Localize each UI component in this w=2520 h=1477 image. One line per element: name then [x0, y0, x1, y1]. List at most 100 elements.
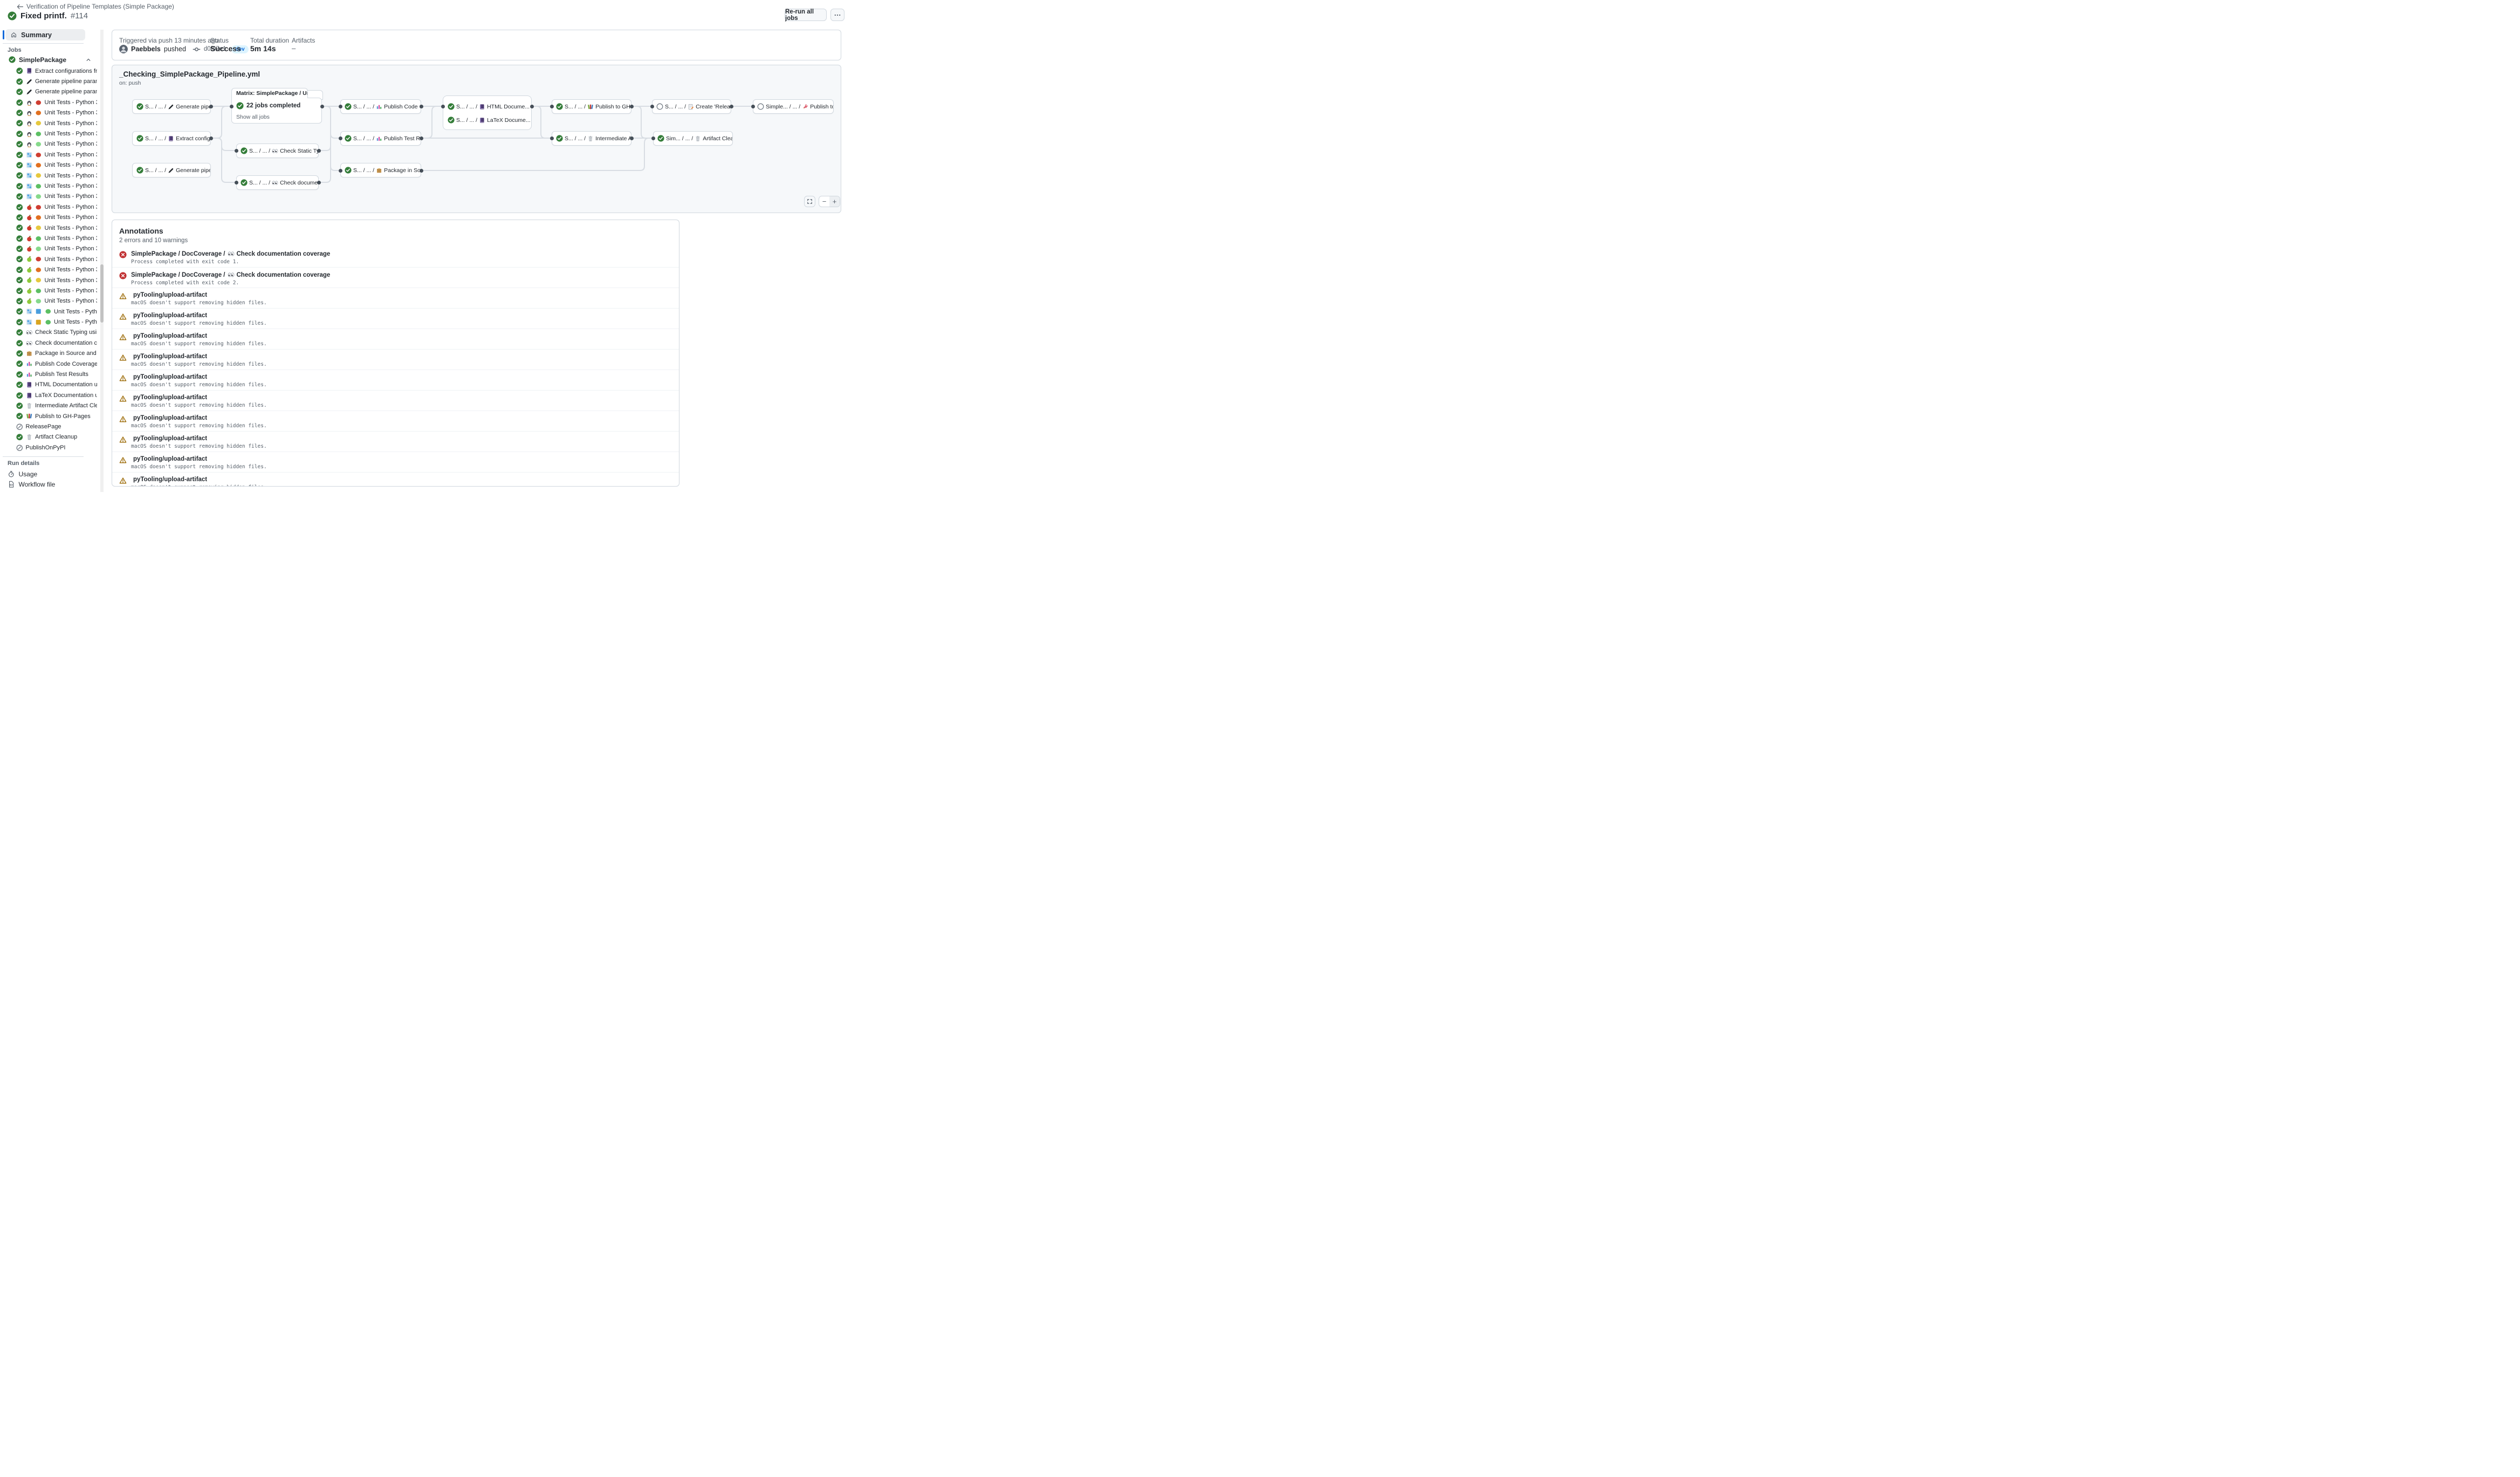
job-label: LaTeX Documentation using ...	[35, 392, 97, 399]
annotation-title[interactable]: SimplePackage / DocCoverage / Check docu…	[131, 271, 330, 278]
annotation-title[interactable]: pyTooling/upload-artifact	[131, 456, 267, 462]
graph-job-node[interactable]: S... / ... / Publish Code C... 20s	[340, 99, 421, 114]
sidebar-job-item[interactable]: Generate pipeline parameters	[4, 87, 97, 97]
graph-job-node[interactable]: S... / ... / Publish to GH-P... 7s	[552, 99, 631, 114]
graph-job-node[interactable]: Sim... / ... / Artifact Cleanup 4s	[653, 131, 733, 146]
annotation-title[interactable]: pyTooling/upload-artifact	[131, 476, 267, 483]
graph-fullscreen-button[interactable]	[804, 196, 815, 207]
check-circle-icon	[16, 99, 23, 106]
annotation-title[interactable]: pyTooling/upload-artifact	[131, 333, 267, 339]
sidebar-job-item[interactable]: HTML Documentation using ...	[4, 380, 97, 390]
graph-job-node[interactable]: S... / ... / Check Static Ty... 17s	[236, 143, 319, 158]
sidebar-job-item[interactable]: Unit Tests - Python 3.13	[4, 296, 97, 306]
back-arrow-icon[interactable]	[16, 3, 23, 10]
sidebar-job-item[interactable]: Intermediate Artifact Cleanup	[4, 401, 97, 411]
avatar[interactable]	[119, 45, 128, 53]
graph-job-node[interactable]: S... / ... / Check docume... 18s	[236, 175, 319, 190]
sidebar-job-item[interactable]: PublishOnPyPI	[4, 442, 97, 453]
annotation-title[interactable]: pyTooling/upload-artifact	[131, 312, 267, 319]
sidebar-job-item[interactable]: Unit Tests - Python 3.11	[4, 118, 97, 128]
sidebar-job-item[interactable]: Unit Tests - Python 3.9	[4, 202, 97, 212]
sidebar-job-item[interactable]: Unit Tests - Python 3.10	[4, 212, 97, 222]
sidebar-job-item[interactable]: Unit Tests - Python 3.10	[4, 108, 97, 118]
breadcrumb[interactable]: Verification of Pipeline Templates (Simp…	[16, 3, 174, 10]
annotation-title[interactable]: pyTooling/upload-artifact	[131, 292, 267, 298]
check-circle-icon	[16, 88, 23, 95]
sidebar-job-item[interactable]: Unit Tests - Python 3.12	[4, 181, 97, 191]
sidebar-job-item[interactable]: Unit Tests - Python 3.12	[4, 317, 97, 327]
sidebar-scrollbar-track	[100, 30, 104, 492]
job-label: Unit Tests - Python 3.12	[45, 183, 98, 189]
rocket-icon	[802, 104, 808, 110]
dot-icon	[35, 120, 42, 127]
matrix-group-node[interactable]: 22 jobs completed Show all jobs	[231, 98, 322, 124]
sidebar-job-item[interactable]: Generate pipeline parameters	[4, 76, 97, 86]
sidebar-job-item[interactable]: Unit Tests - Python 3.9	[4, 149, 97, 160]
graph-job-node[interactable]: S... / ... / Generate pipelin... 0s	[132, 163, 211, 177]
graph-job-node[interactable]: Simple... / ... / Publish to PyPI	[753, 99, 834, 114]
penguin-icon	[26, 141, 33, 148]
chevron-up-icon[interactable]	[85, 57, 92, 63]
zoom-in-button[interactable]: +	[829, 196, 840, 207]
graph-job-node[interactable]: S... / ... / Extract configur... 4s	[132, 131, 211, 146]
graph-job-node[interactable]: S... / ... / Generate pipelin... 0s	[132, 99, 211, 114]
sidebar-job-item[interactable]: Unit Tests - Python 3.12	[4, 233, 97, 243]
jobs-section-header: Jobs	[8, 47, 22, 53]
sidebar-job-item[interactable]: Check Static Typing using Pyt...	[4, 327, 97, 338]
show-all-jobs-link[interactable]: Show all jobs	[236, 114, 270, 120]
graph-job-node[interactable]: S... / ... / Create 'Release Pa...	[652, 99, 731, 114]
sidebar-job-item[interactable]: Package in Source and Wheel...	[4, 348, 97, 359]
sidebar-group-simplepackage[interactable]: SimplePackage	[5, 54, 92, 65]
connector-dot	[630, 105, 634, 108]
annotation-title[interactable]: SimplePackage / DocCoverage / Check docu…	[131, 250, 330, 257]
sidebar-job-item[interactable]: Unit Tests - Python 3.13	[4, 139, 97, 149]
matrix-tab[interactable]: Matrix: SimplePackage / UnitTest...	[231, 88, 308, 98]
sidebar-job-item[interactable]: Artifact Cleanup	[4, 432, 97, 442]
connector-dot	[339, 136, 342, 140]
sidebar-job-item[interactable]: Unit Tests - Python 3.9	[4, 97, 97, 107]
sidebar-job-item[interactable]: ReleasePage	[4, 421, 97, 432]
annotation-title[interactable]: pyTooling/upload-artifact	[131, 374, 267, 380]
annotation-title[interactable]: pyTooling/upload-artifact	[131, 435, 267, 442]
sidebar-job-item[interactable]: LaTeX Documentation using ...	[4, 390, 97, 400]
sidebar-job-item[interactable]: Unit Tests - Python 3.12	[4, 306, 97, 317]
graph-job-node[interactable]: S... / ... / Intermediate A... 16s	[552, 131, 631, 146]
sidebar-job-item[interactable]: Unit Tests - Python 3.12	[4, 128, 97, 139]
sidebar-job-item[interactable]: Unit Tests - Python 3.9	[4, 254, 97, 264]
sidebar-job-item[interactable]: Check documentation covera...	[4, 338, 97, 348]
dot-icon	[35, 193, 42, 200]
sidebar-item-usage[interactable]: Usage	[5, 469, 86, 479]
sidebar-job-item[interactable]: Unit Tests - Python 3.10	[4, 264, 97, 275]
annotation-item: pyTooling/upload-artifact macOS doesn't …	[112, 308, 679, 329]
run-options-button[interactable]	[830, 9, 844, 21]
annotation-title[interactable]: pyTooling/upload-artifact	[131, 394, 267, 401]
sidebar-job-item[interactable]: Unit Tests - Python 3.13	[4, 192, 97, 202]
sidebar-job-item[interactable]: Publish to GH-Pages	[4, 411, 97, 421]
sidebar-item-summary[interactable]: Summary	[5, 29, 85, 40]
check-circle-icon	[16, 131, 23, 138]
sidebar-job-item[interactable]: Unit Tests - Python 3.13	[4, 244, 97, 254]
graph-job-node[interactable]: S... / ... / Publish Test Re... 13s	[340, 131, 421, 146]
warning-icon	[119, 374, 127, 382]
dot-icon	[35, 141, 42, 148]
graph-doc-job-row[interactable]: S... / ... / LaTeX Docume... 51s	[443, 113, 531, 127]
zoom-out-button[interactable]: −	[819, 196, 829, 207]
sidebar-job-item[interactable]: Unit Tests - Python 3.10	[4, 160, 97, 170]
sidebar-job-item[interactable]: Unit Tests - Python 3.11	[4, 223, 97, 233]
sidebar-job-item[interactable]: Publish Test Results	[4, 369, 97, 379]
job-label: Unit Tests - Python 3.9	[45, 99, 98, 106]
sidebar-job-item[interactable]: Extract configurations from p...	[4, 66, 97, 76]
sidebar-scrollbar-thumb[interactable]	[100, 264, 104, 323]
sidebar-item-workflow-file[interactable]: Workflow file	[5, 480, 86, 489]
graph-doc-job-row[interactable]: S... / ... / HTML Docume... 55s	[443, 100, 531, 113]
graph-job-node[interactable]: S... / ... / Package in Sou... 18s	[340, 163, 421, 177]
sidebar-job-item[interactable]: Unit Tests - Python 3.12	[4, 285, 97, 296]
annotation-title[interactable]: pyTooling/upload-artifact	[131, 353, 267, 360]
sidebar-job-item[interactable]: Publish Code Coverage Results	[4, 359, 97, 369]
sidebar-job-item[interactable]: Unit Tests - Python 3.11	[4, 275, 97, 285]
rerun-all-jobs-button[interactable]: Re-run all jobs	[785, 9, 827, 21]
connector-dot	[235, 181, 238, 184]
actor-name[interactable]: Paebbels	[131, 45, 161, 53]
annotation-title[interactable]: pyTooling/upload-artifact	[131, 415, 267, 421]
sidebar-job-item[interactable]: Unit Tests - Python 3.11	[4, 170, 97, 181]
